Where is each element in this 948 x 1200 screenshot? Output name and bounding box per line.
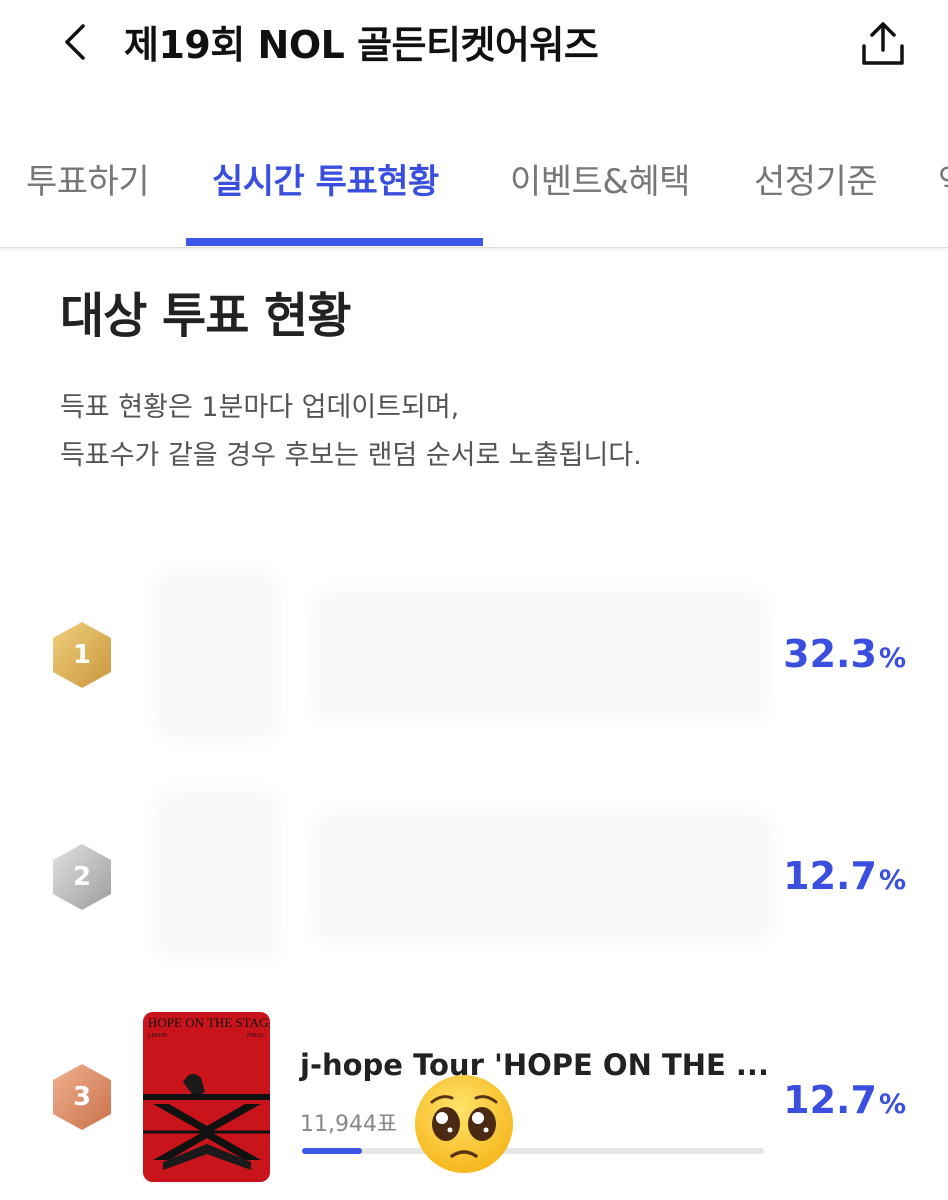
pleading-face-emoji-icon bbox=[412, 1072, 516, 1176]
vote-progress-bar bbox=[302, 1148, 764, 1154]
notice-line-1: 득표 현황은 1분마다 업데이트되며, bbox=[60, 392, 460, 423]
vote-percent: 32.3% bbox=[783, 632, 906, 676]
blurred-candidate-info bbox=[312, 812, 772, 942]
rank-number: 1 bbox=[72, 640, 92, 670]
tab-selection-criteria[interactable]: 선정기준 bbox=[754, 154, 878, 203]
page-title: 제19회 NOL 골든티켓어워즈 bbox=[124, 23, 599, 67]
vote-progress-fill bbox=[302, 1148, 363, 1154]
blurred-thumbnail bbox=[156, 570, 278, 740]
share-icon bbox=[862, 22, 904, 65]
tab-live-results[interactable]: 실시간 투표현황 bbox=[212, 154, 439, 203]
back-button[interactable] bbox=[52, 14, 96, 70]
section-title: 대상 투표 현황 bbox=[60, 288, 351, 344]
album-artist-text: j-HOPE bbox=[147, 1033, 168, 1039]
tab-vote[interactable]: 투표하기 bbox=[26, 154, 150, 203]
notice-line-2: 득표수가 같을 경우 후보는 랜덤 순서로 노출됩니다. bbox=[60, 440, 642, 471]
tab-more[interactable]: 역 bbox=[938, 154, 948, 203]
silver-medal-icon: 2 bbox=[50, 842, 114, 912]
album-final-text: FINAL bbox=[247, 1033, 265, 1039]
rank-number: 3 bbox=[72, 1082, 92, 1112]
vote-percent: 12.7% bbox=[783, 854, 906, 898]
active-tab-indicator bbox=[186, 238, 483, 246]
percent-value: 12.7 bbox=[783, 854, 877, 898]
header-bar: 제19회 NOL 골든티켓어워즈 bbox=[0, 0, 948, 90]
candidate-name: j-hope Tour 'HOPE ON THE ... bbox=[300, 1048, 769, 1082]
gold-medal-icon: 1 bbox=[50, 620, 114, 690]
percent-unit: % bbox=[878, 1089, 906, 1120]
update-notice: 득표 현황은 1분마다 업데이트되며, 득표수가 같을 경우 후보는 랜덤 순서… bbox=[60, 384, 642, 480]
share-button[interactable] bbox=[852, 12, 914, 74]
album-cover-image[interactable]: HOPE ON THE STAGE j-HOPE FINAL bbox=[143, 1012, 270, 1182]
blurred-thumbnail bbox=[156, 790, 278, 960]
tab-events-benefits[interactable]: 이벤트&혜택 bbox=[510, 154, 690, 203]
blurred-candidate-info bbox=[312, 590, 768, 720]
vote-count: 11,944표 bbox=[300, 1112, 398, 1137]
album-title-text: HOPE ON THE STAGE bbox=[148, 1015, 270, 1030]
percent-unit: % bbox=[878, 865, 906, 896]
rank-number: 2 bbox=[72, 862, 92, 892]
percent-value: 32.3 bbox=[783, 632, 877, 676]
percent-value: 12.7 bbox=[783, 1078, 877, 1122]
ranking-item-2[interactable]: 2 12.7% bbox=[0, 782, 948, 972]
chevron-left-icon bbox=[65, 24, 85, 60]
tab-bar: 투표하기 실시간 투표현황 이벤트&혜택 선정기준 역 bbox=[0, 140, 948, 248]
ranking-item-1[interactable]: 1 32.3% bbox=[0, 560, 948, 750]
percent-unit: % bbox=[878, 643, 906, 674]
bronze-medal-icon: 3 bbox=[50, 1062, 114, 1132]
vote-percent: 12.7% bbox=[783, 1078, 906, 1122]
